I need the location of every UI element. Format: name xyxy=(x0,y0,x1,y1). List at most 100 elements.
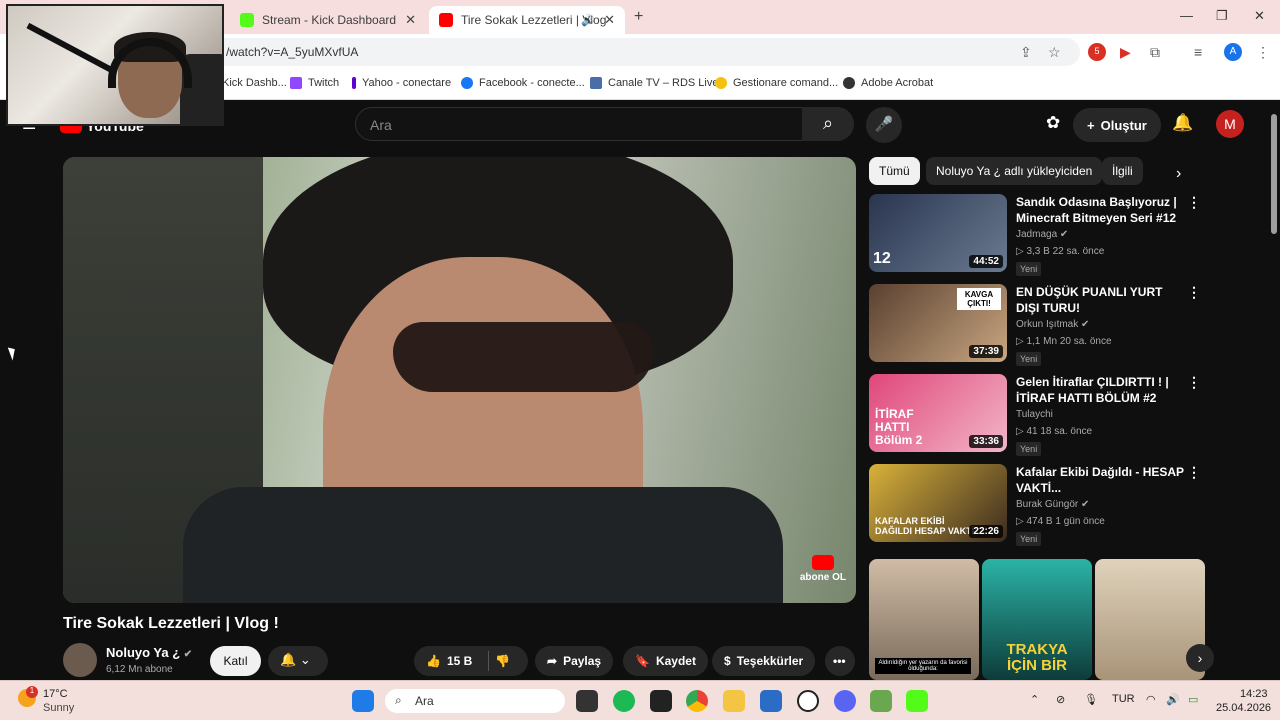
restore-icon[interactable]: ❐ xyxy=(1216,8,1228,24)
thumbnail-overlay: 12 xyxy=(873,250,891,267)
bookmark-item[interactable]: Facebook - conecte... xyxy=(461,77,585,89)
more-icon[interactable]: ⋮ xyxy=(1187,284,1201,301)
chevron-up-icon[interactable]: ⌃ xyxy=(1030,693,1039,706)
close-icon[interactable]: ✕ xyxy=(405,12,416,28)
scrollbar-thumb[interactable] xyxy=(1271,114,1277,234)
recommendation-item[interactable]: KAVGA ÇIKTI! 37:39 EN DÜŞÜK PUANLI YURT … xyxy=(869,284,1209,366)
install-icon[interactable]: ⇪ xyxy=(1020,44,1032,61)
chip-all[interactable]: Tümü xyxy=(869,157,920,185)
star-icon[interactable]: ☆ xyxy=(1048,44,1061,61)
sunglasses xyxy=(393,322,653,392)
file-explorer-icon[interactable] xyxy=(723,690,745,712)
spotify-icon[interactable] xyxy=(613,690,635,712)
mic-icon[interactable]: 🎙 xyxy=(1084,693,1098,706)
video-thumbnail[interactable]: 12 44:52 xyxy=(869,194,1007,272)
minimize-icon[interactable]: — xyxy=(1180,8,1193,23)
tab-kick-dashboard[interactable]: Stream - Kick Dashboard ✕ xyxy=(230,6,426,34)
bookmark-item[interactable]: Twitch xyxy=(290,77,339,89)
recommendation-title[interactable]: Gelen İtiraflar ÇILDIRTTI ! | İTİRAF HAT… xyxy=(1016,374,1186,406)
video-player[interactable]: abone OL xyxy=(63,157,856,603)
bookmark-item[interactable]: Yahoo - conectare xyxy=(352,77,451,89)
recommendation-title[interactable]: Kafalar Ekibi Dağıldı - HESAP VAKTİ... xyxy=(1016,464,1186,496)
taskbar-search[interactable]: ⌕ Ara xyxy=(385,689,565,713)
like-button[interactable]: 👍 15 B 👎 xyxy=(414,646,528,676)
wifi-icon[interactable]: ◠ xyxy=(1146,693,1156,706)
short-thumbnail[interactable]: TRAKYA İÇİN BİR xyxy=(982,559,1092,680)
speaker-icon[interactable]: 🔊 xyxy=(581,14,595,27)
extension-icon[interactable]: ▶ xyxy=(1120,44,1131,61)
epic-games-icon[interactable] xyxy=(650,690,672,712)
share-button[interactable]: ➦ Paylaş xyxy=(535,646,614,676)
profile-avatar[interactable]: A xyxy=(1224,43,1242,61)
tab-youtube-video[interactable]: Tire Sokak Lezzetleri | Vlog 🔊 ✕ xyxy=(429,6,625,34)
notification-bell-button[interactable]: 🔔 ⌄ xyxy=(268,646,328,676)
chevron-right-icon[interactable]: › xyxy=(1186,644,1214,672)
chevron-right-icon[interactable]: › xyxy=(1176,165,1181,183)
thumbs-down-icon: 👎 xyxy=(495,654,511,668)
thumbnail-overlay: KAFALAR EKİBİ DAĞILDI HESAP VAKTİ xyxy=(875,516,975,536)
video-thumbnail[interactable]: İTİRAF HATTI Bölüm 2 33:36 xyxy=(869,374,1007,452)
chatgpt-icon[interactable] xyxy=(797,690,819,712)
webcam-overlay xyxy=(6,4,224,126)
video-thumbnail[interactable]: KAVGA ÇIKTI! 37:39 xyxy=(869,284,1007,362)
chip-related[interactable]: İlgili xyxy=(1102,157,1143,185)
account-avatar[interactable]: M xyxy=(1216,110,1244,138)
channel-name[interactable]: Noluyo Ya ¿ ✔ xyxy=(106,645,192,660)
search-input[interactable]: Ara xyxy=(355,107,803,141)
video-thumbnail[interactable]: KAFALAR EKİBİ DAĞILDI HESAP VAKTİ 22:26 xyxy=(869,464,1007,542)
thanks-button[interactable]: $ Teşekkürler xyxy=(712,646,816,676)
recommendation-title[interactable]: Sandık Odasına Başlıyoruz | Minecraft Bi… xyxy=(1016,194,1186,226)
recommendation-item[interactable]: KAFALAR EKİBİ DAĞILDI HESAP VAKTİ 22:26 … xyxy=(869,464,1209,546)
voice-search-button[interactable]: 🎤 xyxy=(866,107,902,143)
address-bar[interactable]: /watch?v=A_5yuMXvfUA xyxy=(170,38,1080,66)
language-indicator[interactable]: TUR xyxy=(1112,693,1135,705)
clock-date[interactable]: 25.04.2026 xyxy=(1216,702,1271,714)
recommendation-channel[interactable]: Jadmaga ✔ xyxy=(1016,229,1068,240)
discord-icon[interactable] xyxy=(834,690,856,712)
extension-badge-icon[interactable]: 5 xyxy=(1088,43,1106,61)
close-icon[interactable]: ✕ xyxy=(604,12,615,28)
recommendation-channel[interactable]: Burak Güngör ✔ xyxy=(1016,499,1089,510)
search-button[interactable]: ⌕ xyxy=(802,107,854,141)
recommendation-item[interactable]: 12 44:52 Sandık Odasına Başlıyoruz | Min… xyxy=(869,194,1209,276)
volume-icon[interactable]: 🔊 xyxy=(1166,693,1180,706)
bookmark-item[interactable]: Gestionare comand... xyxy=(715,77,838,89)
new-tab-icon[interactable]: + xyxy=(634,8,643,26)
recommendation-channel[interactable]: Tulaychi xyxy=(1016,409,1053,420)
save-button[interactable]: 🔖 Kaydet xyxy=(623,646,708,676)
start-icon[interactable] xyxy=(352,690,374,712)
store-icon[interactable] xyxy=(760,690,782,712)
scrollbar[interactable] xyxy=(1268,100,1280,680)
more-icon[interactable]: ⋮ xyxy=(1187,374,1201,391)
chrome-icon[interactable] xyxy=(686,690,708,712)
new-badge: Yeni xyxy=(1016,352,1042,366)
battery-icon[interactable]: ▭ xyxy=(1188,693,1198,706)
puzzle-icon[interactable]: ⧉ xyxy=(1150,44,1160,61)
recommendation-item[interactable]: İTİRAF HATTI Bölüm 2 33:36 Gelen İtirafl… xyxy=(869,374,1209,456)
video-title: Tire Sokak Lezzetleri | Vlog ! xyxy=(63,615,279,632)
bookmark-item[interactable]: Canale TV – RDS Live xyxy=(590,77,718,89)
kick-app-icon[interactable] xyxy=(906,690,928,712)
bell-icon[interactable]: 🔔 xyxy=(1172,113,1193,133)
channel-avatar[interactable] xyxy=(63,643,97,677)
close-window-icon[interactable]: ✕ xyxy=(1254,8,1265,24)
minecraft-icon[interactable] xyxy=(870,690,892,712)
more-icon[interactable]: ⋮ xyxy=(1187,464,1201,481)
menu-icon[interactable]: ⋮ xyxy=(1256,44,1270,61)
chip-from-uploader[interactable]: Noluyo Ya ¿ adlı yükleyiciden xyxy=(926,157,1103,185)
more-actions-button[interactable]: ••• xyxy=(825,646,855,676)
premium-icon[interactable]: ✿ xyxy=(1046,113,1060,133)
bookmark-item[interactable]: Adobe Acrobat xyxy=(843,77,933,89)
network-off-icon[interactable]: ⊘ xyxy=(1056,693,1065,706)
recommendation-channel[interactable]: Orkun Işıtmak ✔ xyxy=(1016,319,1089,330)
bookmark-item[interactable]: Kick Dashb... xyxy=(222,77,287,89)
tab-search-icon[interactable]: ≡ xyxy=(1194,44,1202,60)
task-view-icon[interactable] xyxy=(576,690,598,712)
join-button[interactable]: Katıl xyxy=(210,646,261,676)
short-thumbnail[interactable]: Aldırıldığın yer yazarın da favorisi old… xyxy=(869,559,979,680)
recommendation-title[interactable]: EN DÜŞÜK PUANLI YURT DIŞI TURU! xyxy=(1016,284,1186,316)
create-button[interactable]: + Oluştur xyxy=(1073,108,1161,142)
clock-time[interactable]: 14:23 xyxy=(1240,688,1268,700)
subscribe-watermark[interactable]: abone OL xyxy=(800,555,846,583)
more-icon[interactable]: ⋮ xyxy=(1187,194,1201,211)
